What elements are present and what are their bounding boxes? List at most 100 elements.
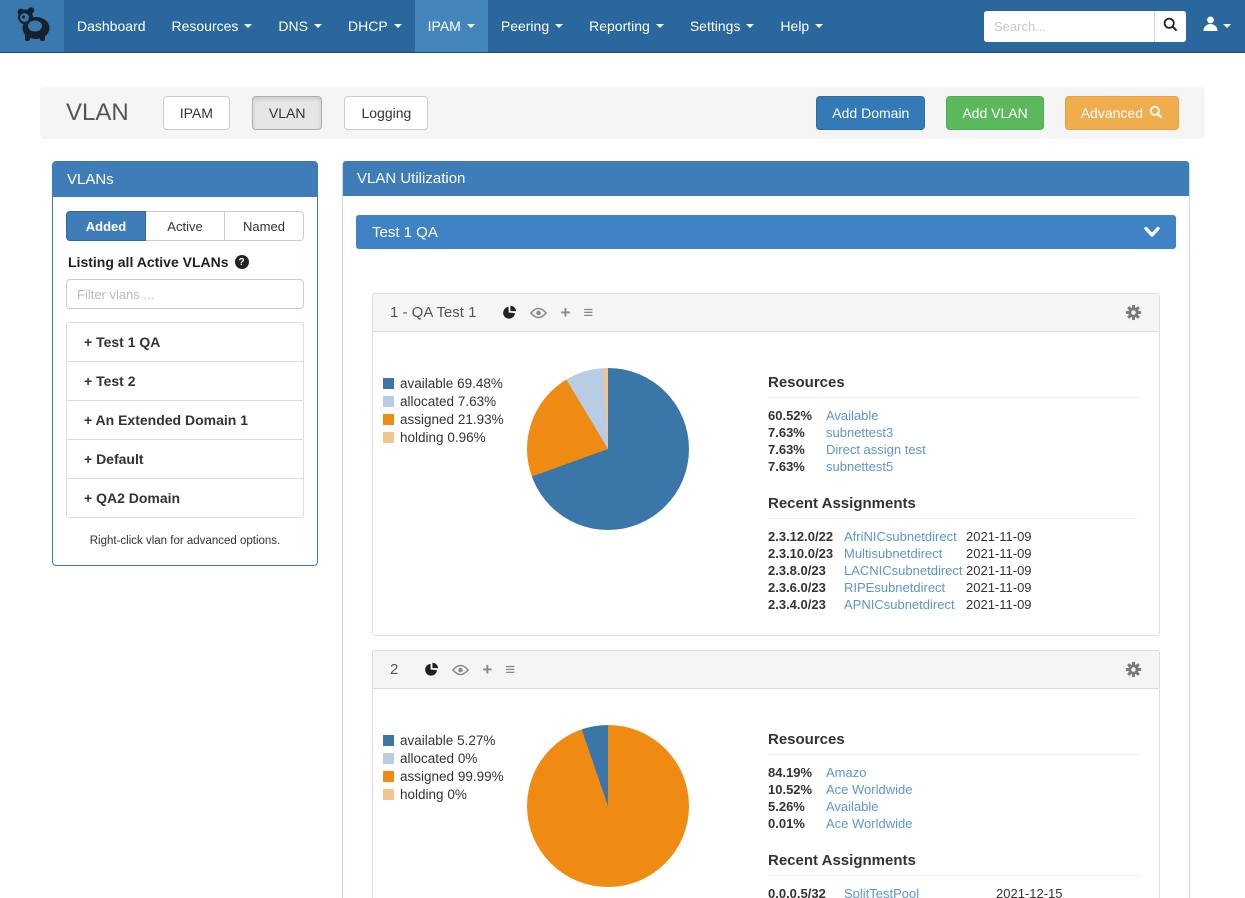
advanced-search-button[interactable]: Advanced bbox=[1065, 96, 1179, 130]
vlan-card-2-body: available 5.27% allocated 0% assigned 99… bbox=[373, 689, 1159, 898]
nav-label: DHCP bbox=[348, 18, 388, 34]
resource-link[interactable]: Amazo bbox=[826, 765, 866, 780]
legend-item-available: available 69.48% bbox=[383, 376, 527, 391]
eye-icon[interactable] bbox=[452, 664, 469, 676]
legend-item-holding: holding 0.96% bbox=[383, 430, 527, 445]
assignment-link[interactable]: Multisubnetdirect bbox=[844, 546, 942, 561]
assignment-block: 2.3.10.0/23 bbox=[768, 545, 844, 562]
resource-row: 7.63%Direct assign test bbox=[768, 441, 1139, 458]
chevron-down-icon bbox=[244, 24, 252, 28]
vlan-card-1-body: available 69.48% allocated 7.63% assigne… bbox=[373, 332, 1159, 635]
legend-swatch-allocated bbox=[383, 753, 394, 764]
resource-link[interactable]: subnettest3 bbox=[826, 425, 893, 440]
chevron-down-icon bbox=[1223, 24, 1231, 28]
sidebar-body: Added Active Named Listing all Active VL… bbox=[53, 197, 317, 565]
vlan-list-item-default[interactable]: + Default bbox=[67, 440, 303, 479]
legend-text: assigned 21.93% bbox=[400, 412, 504, 427]
panda-logo-icon bbox=[10, 5, 54, 48]
assignment-link[interactable]: LACNICsubnetdirect bbox=[844, 563, 963, 578]
nav-item-resources[interactable]: Resources bbox=[159, 0, 266, 52]
pie-chart-icon[interactable] bbox=[502, 305, 517, 320]
vlan-list-item-test-2[interactable]: + Test 2 bbox=[67, 362, 303, 401]
pie-legend: available 69.48% allocated 7.63% assigne… bbox=[383, 374, 527, 613]
nav-item-peering[interactable]: Peering bbox=[488, 0, 576, 52]
assignment-link[interactable]: RIPEsubnetdirect bbox=[844, 580, 945, 595]
user-menu[interactable] bbox=[1202, 15, 1231, 37]
resource-link[interactable]: Available bbox=[826, 408, 879, 423]
resource-row: 0.01%Ace Worldwide bbox=[768, 815, 1139, 832]
assignment-date: 2021-12-15 bbox=[996, 885, 1139, 898]
search-button[interactable] bbox=[1154, 11, 1186, 42]
legend-item-available: available 5.27% bbox=[383, 733, 527, 748]
vlan-list-item-qa2-domain[interactable]: + QA2 Domain bbox=[67, 479, 303, 517]
nav-item-dashboard[interactable]: Dashboard bbox=[64, 0, 159, 52]
assignment-link[interactable]: SplitTestPool bbox=[844, 886, 919, 898]
tab-vlan[interactable]: VLAN bbox=[252, 96, 323, 130]
tab-logging[interactable]: Logging bbox=[344, 96, 428, 130]
pie-chart-icon[interactable] bbox=[424, 662, 439, 677]
tab-named[interactable]: Named bbox=[225, 211, 304, 241]
nav-label: Settings bbox=[690, 18, 741, 34]
resource-link[interactable]: Ace Worldwide bbox=[826, 782, 912, 797]
resource-pct: 7.63% bbox=[768, 458, 826, 475]
resource-link[interactable]: subnettest5 bbox=[826, 459, 893, 474]
domain-section-title: Test 1 QA bbox=[372, 224, 438, 241]
assignment-date: 2021-11-09 bbox=[966, 528, 1139, 545]
nav-item-settings[interactable]: Settings bbox=[677, 0, 768, 52]
tab-added[interactable]: Added bbox=[66, 211, 146, 241]
utilization-pie-chart-1 bbox=[527, 368, 689, 530]
vlan-list-item-test-1-qa[interactable]: + Test 1 QA bbox=[67, 323, 303, 362]
nav-item-dns[interactable]: DNS bbox=[265, 0, 335, 52]
resource-row: 7.63%subnettest3 bbox=[768, 424, 1139, 441]
resource-pct: 0.01% bbox=[768, 815, 826, 832]
nav-item-dhcp[interactable]: DHCP bbox=[335, 0, 415, 52]
resource-link[interactable]: Direct assign test bbox=[826, 442, 926, 457]
eye-icon[interactable] bbox=[530, 307, 547, 319]
plus-icon[interactable]: + bbox=[560, 304, 570, 321]
add-domain-button[interactable]: Add Domain bbox=[816, 96, 925, 130]
search-input[interactable] bbox=[984, 11, 1154, 42]
gear-icon[interactable] bbox=[1125, 304, 1142, 321]
nav-label: Dashboard bbox=[77, 18, 146, 34]
gear-icon[interactable] bbox=[1125, 661, 1142, 678]
resource-row: 10.52%Ace Worldwide bbox=[768, 781, 1139, 798]
assignment-block: 2.3.12.0/22 bbox=[768, 528, 844, 545]
nav-label: DNS bbox=[278, 18, 308, 34]
nav-item-ipam[interactable]: IPAM bbox=[415, 0, 488, 52]
assignment-link[interactable]: APNICsubnetdirect bbox=[844, 597, 955, 612]
list-menu-icon[interactable]: ≡ bbox=[583, 304, 593, 321]
nav-item-help[interactable]: Help bbox=[767, 0, 836, 52]
legend-swatch-holding bbox=[383, 789, 394, 800]
chevron-down-icon bbox=[815, 24, 823, 28]
resource-row: 7.63%subnettest5 bbox=[768, 458, 1139, 475]
vlan-card-1-header: 1 - QA Test 1 + ≡ bbox=[373, 294, 1159, 332]
nav-item-reporting[interactable]: Reporting bbox=[576, 0, 677, 52]
plus-icon[interactable]: + bbox=[482, 661, 492, 678]
filter-vlans-input[interactable] bbox=[66, 279, 304, 309]
help-question-icon[interactable]: ? bbox=[235, 255, 249, 269]
sidebar-footnote: Right-click vlan for advanced options. bbox=[66, 535, 304, 547]
assignment-link[interactable]: AfriNICsubnetdirect bbox=[844, 529, 957, 544]
tab-active[interactable]: Active bbox=[146, 211, 225, 241]
brand-logo-panda[interactable] bbox=[0, 0, 64, 52]
user-icon bbox=[1202, 15, 1219, 37]
vlan-card-2-header: 2 + ≡ bbox=[373, 651, 1159, 689]
recent-assignments-heading: Recent Assignments bbox=[768, 852, 1139, 876]
assignment-date: 2021-11-09 bbox=[966, 579, 1139, 596]
legend-text: available 69.48% bbox=[400, 376, 503, 391]
vlan-list-item-an-extended-domain-1[interactable]: + An Extended Domain 1 bbox=[67, 401, 303, 440]
resource-pct: 7.63% bbox=[768, 424, 826, 441]
resource-link[interactable]: Ace Worldwide bbox=[826, 816, 912, 831]
chevron-down-icon bbox=[656, 24, 664, 28]
legend-swatch-assigned bbox=[383, 414, 394, 425]
recent-assignments: Recent Assignments 0.0.0.5/32SplitTestPo… bbox=[768, 852, 1139, 898]
tab-ipam[interactable]: IPAM bbox=[163, 96, 230, 130]
assignment-row: 0.0.0.5/32SplitTestPool2021-12-15 bbox=[768, 885, 1139, 898]
resource-link[interactable]: Available bbox=[826, 799, 879, 814]
collapse-chevron-icon[interactable] bbox=[1144, 226, 1160, 238]
legend-swatch-assigned bbox=[383, 771, 394, 782]
recent-assignments-heading: Recent Assignments bbox=[768, 495, 1139, 519]
add-vlan-button[interactable]: Add VLAN bbox=[946, 96, 1043, 130]
domain-section-bar[interactable]: Test 1 QA bbox=[356, 215, 1176, 249]
list-menu-icon[interactable]: ≡ bbox=[505, 661, 515, 678]
